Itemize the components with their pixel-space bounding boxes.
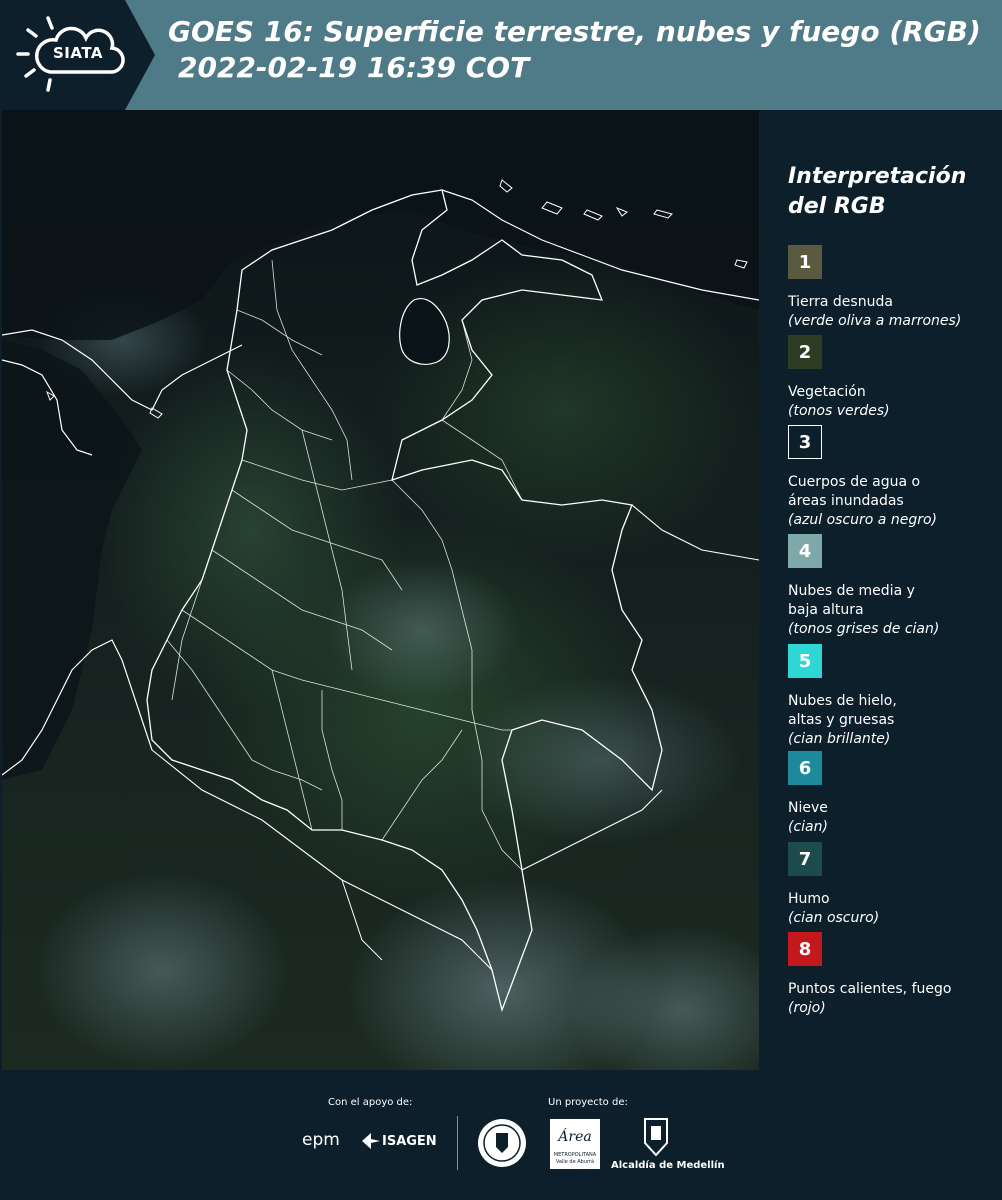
medellin-seal [476, 1117, 528, 1173]
isagen-logo [360, 1131, 382, 1155]
legend-sublabel: (rojo) [788, 1000, 826, 1016]
footer-divider [457, 1116, 458, 1170]
legend-sublabel: (cian brillante) [788, 731, 891, 747]
page-title: GOES 16: Superficie terrestre, nubes y f… [168, 14, 998, 86]
area-metropolitana-logo: Área METROPOLITANA Valle de Aburrá [550, 1119, 600, 1169]
alcaldia-shield [642, 1117, 670, 1161]
legend-title: Interpretación del RGB [788, 162, 988, 222]
legend-sublabel: (cian oscuro) [788, 910, 880, 926]
legend-item-water: 3 Cuerpos de agua o áreas inundadas (azu… [788, 425, 998, 530]
legend-label: Nieve [788, 800, 828, 816]
area-metropolitana-text: Área [558, 1129, 592, 1145]
medellin-seal-icon [478, 1119, 526, 1167]
legend-item-snow: 6 Nieve (cian) [788, 751, 998, 837]
legend-label: Puntos calientes, fuego [788, 981, 952, 997]
isagen-logo-icon [362, 1133, 380, 1149]
legend-swatch: 2 [788, 335, 822, 369]
legend-swatch: 7 [788, 842, 822, 876]
header-bar: SIATA GOES 16: Superficie terrestre, nub… [0, 0, 1002, 110]
legend-item-bare-soil: 1 Tierra desnuda (verde oliva a marrones… [788, 245, 998, 331]
legend-label: Nubes de hielo, altas y gruesas [788, 693, 897, 728]
siata-logo: SIATA [0, 0, 155, 110]
legend-swatch: 6 [788, 751, 822, 785]
legend-title-line-1: Interpretación [788, 164, 967, 189]
support-label: Con el apoyo de: [328, 1097, 413, 1108]
title-line-1: GOES 16: Superficie terrestre, nubes y f… [168, 15, 981, 48]
legend-label: Vegetación [788, 384, 866, 400]
siata-logo-text: SIATA [52, 44, 103, 62]
legend-label: Nubes de media y baja altura [788, 583, 915, 618]
epm-logo: epm [302, 1130, 340, 1150]
legend-title-line-2: del RGB [788, 194, 886, 219]
legend-sublabel: (cian) [788, 819, 828, 835]
legend-sublabel: (azul oscuro a negro) [788, 512, 937, 528]
legend-item-mid-low-clouds: 4 Nubes de media y baja altura (tonos gr… [788, 534, 998, 639]
legend-swatch: 1 [788, 245, 822, 279]
satellite-map [2, 110, 759, 1070]
legend-swatch: 3 [788, 425, 822, 459]
area-metropolitana-subtext-2: Valle de Aburrá [555, 1159, 595, 1165]
legend-sublabel: (tonos grises de cian) [788, 621, 940, 637]
legend-label: Humo [788, 891, 830, 907]
legend-swatch: 8 [788, 932, 822, 966]
legend-sublabel: (tonos verdes) [788, 403, 890, 419]
legend-sublabel: (verde oliva a marrones) [788, 313, 962, 329]
legend-item-smoke: 7 Humo (cian oscuro) [788, 842, 998, 928]
legend-label: Tierra desnuda [788, 294, 893, 310]
title-line-2: 2022-02-19 16:39 COT [178, 51, 530, 84]
alcaldia-text: Alcaldía de Medellín [611, 1160, 725, 1171]
legend-swatch: 4 [788, 534, 822, 568]
isagen-logo-text: ISAGEN [382, 1134, 437, 1149]
legend-item-fire: 8 Puntos calientes, fuego (rojo) [788, 932, 998, 1018]
map-boundaries [2, 110, 759, 1013]
legend-item-ice-clouds: 5 Nubes de hielo, altas y gruesas (cian … [788, 644, 998, 749]
area-metropolitana-subtext: METROPOLITANA [553, 1152, 597, 1158]
alcaldia-shield-icon [644, 1118, 668, 1157]
legend-swatch: 5 [788, 644, 822, 678]
legend-label: Cuerpos de agua o áreas inundadas [788, 474, 921, 509]
project-label: Un proyecto de: [548, 1097, 628, 1108]
legend-item-vegetation: 2 Vegetación (tonos verdes) [788, 335, 998, 421]
